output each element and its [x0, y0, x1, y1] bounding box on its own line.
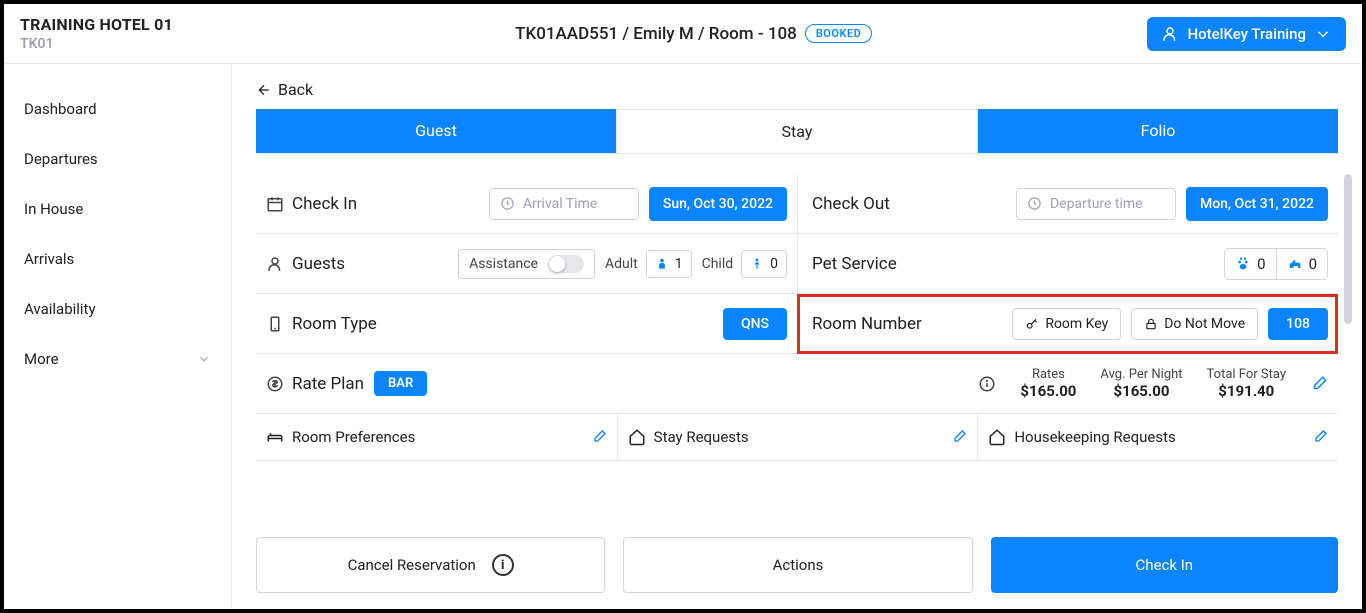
arrow-left-icon [256, 82, 272, 98]
sidebar-item-dashboard[interactable]: Dashboard [4, 84, 231, 134]
rate-plan-label: Rate Plan [292, 374, 364, 394]
sidebar-item-label: Departures [24, 150, 98, 168]
back-button[interactable]: Back [232, 64, 1362, 109]
cancel-label: Cancel Reservation [348, 556, 476, 574]
arrival-placeholder: Arrival Time [523, 196, 597, 212]
adult-icon [655, 257, 669, 271]
clock-icon [1027, 196, 1042, 211]
hk-requests-label: Housekeeping Requests [1014, 428, 1175, 446]
sidebar-item-label: Dashboard [24, 100, 97, 118]
edit-icon[interactable] [591, 429, 607, 445]
total-value: $191.40 [1207, 382, 1286, 400]
guests-label: Guests [292, 254, 345, 274]
breadcrumb: TK01AAD551 / Emily M / Room - 108 [515, 24, 797, 44]
do-not-move-button[interactable]: Do Not Move [1131, 308, 1258, 340]
departure-placeholder: Departure time [1050, 196, 1143, 212]
room-prefs-label: Room Preferences [292, 428, 415, 446]
key-icon [1025, 317, 1039, 331]
assistance-label: Assistance [469, 256, 538, 272]
room-number-label: Room Number [812, 314, 922, 334]
status-badge: BOOKED [805, 24, 873, 43]
rates-value: $165.00 [1020, 382, 1076, 400]
sidebar-item-label: More [24, 350, 59, 368]
sidebar-item-label: In House [24, 200, 83, 218]
adult-label: Adult [605, 256, 638, 272]
edit-icon[interactable] [1312, 429, 1328, 445]
tab-folio[interactable]: Folio [977, 109, 1338, 153]
chevron-down-icon [197, 352, 211, 366]
hotel-name: TRAINING HOTEL 01 [20, 15, 240, 34]
hotel-code: TK01 [20, 36, 240, 52]
sidebar-item-label: Availability [24, 300, 96, 318]
do-not-move-label: Do Not Move [1164, 316, 1245, 332]
back-label: Back [278, 80, 313, 99]
pet-count-1: 0 [1257, 255, 1265, 273]
clock-icon [500, 196, 515, 211]
room-key-button[interactable]: Room Key [1012, 308, 1121, 340]
total-label: Total For Stay [1207, 367, 1286, 382]
sidebar-item-availability[interactable]: Availability [4, 284, 231, 334]
switch-icon [548, 255, 584, 273]
departure-time-input[interactable]: Departure time [1016, 188, 1176, 220]
paw-icon [1235, 256, 1251, 272]
checkin-date-button[interactable]: Sun, Oct 30, 2022 [649, 187, 787, 221]
calendar-icon [266, 195, 284, 213]
sidebar-item-label: Arrivals [24, 250, 74, 268]
cancel-reservation-button[interactable]: Cancel Reservation i [256, 537, 605, 593]
pet-service-label: Pet Service [812, 254, 897, 274]
pet-count-2: 0 [1309, 255, 1317, 273]
adult-count: 1 [675, 256, 683, 272]
service-animal-icon [1287, 256, 1303, 272]
actions-button[interactable]: Actions [623, 537, 972, 593]
room-type-label: Room Type [292, 314, 377, 334]
scrollbar[interactable] [1344, 174, 1352, 521]
user-label: HotelKey Training [1187, 25, 1306, 43]
info-icon[interactable] [978, 375, 996, 393]
rates-label: Rates [1020, 367, 1076, 382]
house-icon [988, 428, 1006, 446]
pet-service-control[interactable]: 0 0 [1224, 248, 1328, 280]
tab-stay[interactable]: Stay [616, 109, 977, 153]
user-menu-dropdown[interactable]: HotelKey Training [1147, 17, 1346, 51]
info-icon: i [492, 554, 514, 576]
arrival-time-input[interactable]: Arrival Time [489, 188, 639, 220]
person-icon [266, 255, 284, 273]
assistance-toggle[interactable]: Assistance [458, 249, 595, 279]
chevron-down-icon [1314, 25, 1332, 43]
checkout-label: Check Out [812, 194, 890, 214]
stay-requests-label: Stay Requests [654, 428, 749, 446]
check-in-button[interactable]: Check In [991, 537, 1338, 593]
child-count: 0 [770, 256, 778, 272]
child-icon [750, 257, 764, 271]
user-icon [1161, 25, 1179, 43]
sidebar-item-inhouse[interactable]: In House [4, 184, 231, 234]
apn-label: Avg. Per Night [1100, 367, 1182, 382]
edit-icon[interactable] [951, 429, 967, 445]
bed-icon [266, 428, 284, 446]
checkin-label: Check In [292, 194, 357, 214]
apn-value: $165.00 [1100, 382, 1182, 400]
device-icon [266, 315, 284, 333]
sidebar-item-more[interactable]: More [4, 334, 231, 384]
room-number-button[interactable]: 108 [1268, 308, 1328, 340]
lock-icon [1144, 317, 1158, 331]
tab-guest[interactable]: Guest [256, 109, 616, 153]
sidebar-item-departures[interactable]: Departures [4, 134, 231, 184]
checkout-date-button[interactable]: Mon, Oct 31, 2022 [1186, 187, 1328, 221]
sidebar-item-arrivals[interactable]: Arrivals [4, 234, 231, 284]
room-type-button[interactable]: QNS [723, 308, 787, 340]
child-count-stepper[interactable]: 0 [741, 250, 787, 278]
house-icon [628, 428, 646, 446]
adult-count-stepper[interactable]: 1 [646, 250, 692, 278]
rate-plan-code[interactable]: BAR [374, 371, 427, 396]
edit-icon[interactable] [1310, 375, 1328, 393]
room-key-label: Room Key [1045, 316, 1108, 332]
child-label: Child [702, 256, 734, 272]
dollar-icon [266, 375, 284, 393]
